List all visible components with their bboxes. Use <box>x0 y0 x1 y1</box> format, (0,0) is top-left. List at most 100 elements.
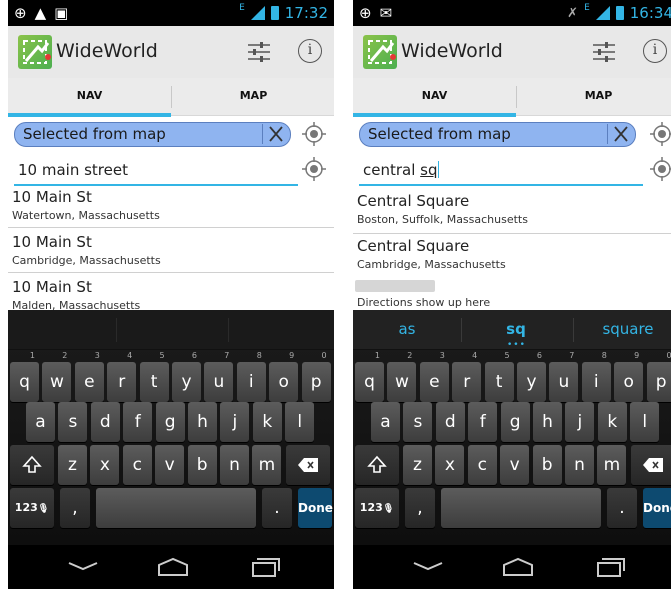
key-z[interactable]: z <box>58 445 87 485</box>
settings-sliders-icon[interactable] <box>591 40 617 64</box>
key-b[interactable]: b <box>187 445 217 485</box>
key-v[interactable]: v <box>500 445 530 485</box>
shift-key[interactable] <box>10 445 54 485</box>
key-m[interactable]: m <box>252 445 282 485</box>
back-icon[interactable] <box>66 557 100 577</box>
key-period[interactable]: . <box>262 488 292 528</box>
key-f[interactable]: f <box>123 402 153 442</box>
key-t[interactable]: t5 <box>484 351 514 402</box>
mute-icon: ✗ <box>567 5 579 21</box>
key-k[interactable]: k <box>597 402 627 442</box>
key-n[interactable]: n <box>220 445 249 485</box>
settings-sliders-icon[interactable] <box>246 40 272 64</box>
tab-nav[interactable]: NAV <box>8 78 171 116</box>
route-button[interactable] <box>355 280 435 292</box>
key-i[interactable]: i8 <box>581 351 611 402</box>
key-m[interactable]: m <box>597 445 627 485</box>
key-f[interactable]: f <box>468 402 498 442</box>
backspace-key[interactable] <box>286 445 330 485</box>
locate-icon[interactable] <box>648 155 671 183</box>
key-t-label: t <box>150 372 158 392</box>
recents-icon[interactable] <box>593 557 627 577</box>
key-n[interactable]: n <box>565 445 594 485</box>
done-key[interactable]: Done <box>643 488 671 528</box>
key-t[interactable]: t5 <box>139 351 169 402</box>
shift-key[interactable] <box>355 445 399 485</box>
list-item[interactable]: Central Square Cambridge, Massachusetts <box>353 237 671 279</box>
key-c[interactable]: c <box>467 445 497 485</box>
key-p[interactable]: p0 <box>646 351 671 402</box>
key-r[interactable]: r4 <box>452 351 482 402</box>
key-e[interactable]: e3 <box>419 351 449 402</box>
locate-icon[interactable] <box>300 120 328 148</box>
key-o[interactable]: o9 <box>614 351 644 402</box>
info-icon[interactable]: i <box>643 39 667 63</box>
key-comma[interactable]: , <box>405 488 435 528</box>
key-k[interactable]: k <box>252 402 282 442</box>
key-l[interactable]: l <box>630 402 660 442</box>
key-j[interactable]: j <box>565 402 595 442</box>
symbols-key[interactable]: 123🎙 <box>10 488 54 528</box>
key-h[interactable]: h <box>188 402 217 442</box>
key-g[interactable]: g <box>500 402 530 442</box>
list-item[interactable]: Central Square Boston, Suffolk, Massachu… <box>353 192 671 234</box>
recents-icon[interactable] <box>248 557 282 577</box>
done-key[interactable]: Done <box>298 488 333 528</box>
key-e[interactable]: e3 <box>74 351 104 402</box>
locate-icon[interactable] <box>648 120 671 148</box>
key-w[interactable]: w2 <box>387 351 417 402</box>
key-s[interactable]: s <box>58 402 88 442</box>
tab-map[interactable]: MAP <box>172 78 334 116</box>
list-item[interactable]: 10 Main St Cambridge, Massachusetts <box>8 233 334 273</box>
clear-icon[interactable] <box>262 124 288 144</box>
key-comma[interactable]: , <box>60 488 90 528</box>
key-hint: 7 <box>569 351 575 360</box>
home-icon[interactable] <box>501 557 535 577</box>
space-key[interactable] <box>96 488 256 528</box>
tab-map[interactable]: MAP <box>517 78 671 116</box>
key-u[interactable]: u7 <box>204 351 234 402</box>
backspace-key[interactable] <box>631 445 671 485</box>
key-period[interactable]: . <box>607 488 637 528</box>
key-z[interactable]: z <box>403 445 432 485</box>
home-icon[interactable] <box>156 557 190 577</box>
key-d[interactable]: d <box>435 402 465 442</box>
key-a[interactable]: a <box>371 402 400 442</box>
key-q[interactable]: q1 <box>10 351 39 402</box>
key-g[interactable]: g <box>155 402 185 442</box>
key-p[interactable]: p0 <box>301 351 331 402</box>
key-r[interactable]: r4 <box>107 351 137 402</box>
clear-icon[interactable] <box>607 124 633 144</box>
key-u[interactable]: u7 <box>549 351 579 402</box>
key-j[interactable]: j <box>220 402 250 442</box>
space-key[interactable] <box>441 488 601 528</box>
back-icon[interactable] <box>411 557 445 577</box>
key-c[interactable]: c <box>122 445 152 485</box>
key-o[interactable]: o9 <box>269 351 299 402</box>
key-x[interactable]: x <box>435 445 465 485</box>
key-s[interactable]: s <box>403 402 433 442</box>
key-h-label: h <box>197 412 208 432</box>
key-y[interactable]: y6 <box>172 351 201 402</box>
key-w[interactable]: w2 <box>42 351 72 402</box>
key-b[interactable]: b <box>532 445 562 485</box>
key-a[interactable]: a <box>26 402 55 442</box>
key-l[interactable]: l <box>285 402 315 442</box>
key-h[interactable]: h <box>533 402 562 442</box>
key-v[interactable]: v <box>155 445 185 485</box>
info-icon[interactable]: i <box>298 39 322 63</box>
locate-icon[interactable] <box>300 155 328 183</box>
tab-nav[interactable]: NAV <box>353 78 516 116</box>
key-i[interactable]: i8 <box>236 351 266 402</box>
key-x[interactable]: x <box>90 445 120 485</box>
key-y[interactable]: y6 <box>517 351 546 402</box>
list-item[interactable]: 10 Main St Watertown, Massachusetts <box>8 188 334 228</box>
from-location-chip[interactable]: Selected from map <box>359 122 636 147</box>
from-location-chip[interactable]: Selected from map <box>14 122 291 147</box>
symbols-key[interactable]: 123🎙 <box>355 488 399 528</box>
word-suggestion[interactable]: square <box>574 310 671 350</box>
key-d[interactable]: d <box>90 402 120 442</box>
word-suggestion[interactable]: as <box>353 310 461 350</box>
key-q[interactable]: q1 <box>355 351 384 402</box>
to-row: 10 main street <box>8 154 334 188</box>
